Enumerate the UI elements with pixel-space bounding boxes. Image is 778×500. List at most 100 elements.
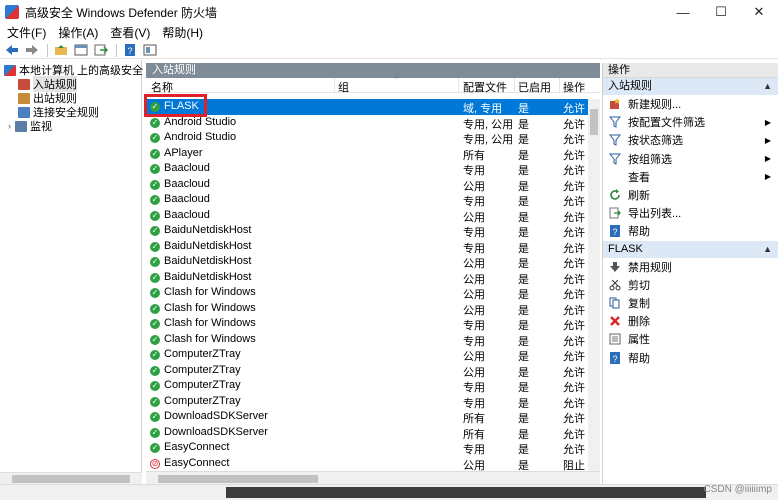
rule-row[interactable]: ✓ Baacloud 公用是允许 — [146, 177, 588, 193]
rules-horizontal-scrollbar[interactable] — [146, 471, 600, 484]
collapse-caret-icon[interactable]: ▲ — [763, 78, 772, 95]
action-item[interactable]: 剪切 — [603, 276, 778, 294]
action-item[interactable]: ? 帮助 — [603, 348, 778, 366]
action-item[interactable]: ? 帮助 — [603, 222, 778, 240]
cell-name: DownloadSDKServer — [164, 425, 268, 438]
action-item[interactable]: 按组筛选 ▶ — [603, 150, 778, 168]
rule-row[interactable]: ✓ Clash for Windows 专用是允许 — [146, 316, 588, 332]
column-header-enabled[interactable]: 已启用 — [518, 79, 551, 95]
column-header-group[interactable]: 组 — [338, 79, 349, 95]
cell-profile: 公用 — [463, 459, 485, 472]
cell-name: Baacloud — [164, 177, 210, 190]
action-item[interactable]: 导出列表... — [603, 204, 778, 222]
tree-item-connection-security-rules[interactable]: 连接安全规则 — [18, 105, 99, 119]
tree-item-monitoring[interactable]: › 监视 — [8, 119, 52, 133]
action-item[interactable]: 按配置文件筛选 ▶ — [603, 113, 778, 131]
action-item[interactable]: 复制 — [603, 294, 778, 312]
rules-vertical-scrollbar[interactable] — [588, 99, 600, 471]
rule-row[interactable]: ✓ ComputerZTray 专用是允许 — [146, 378, 588, 394]
action-item[interactable]: 禁用规则 — [603, 258, 778, 276]
rules-table-body: ✓ FLASK 域, 专用是允许 ✓ Android Studio 专用, 公用是允许 ✓ A… — [146, 99, 588, 471]
column-header-action[interactable]: 操作 — [563, 79, 585, 95]
show-hide-tree-icon[interactable] — [72, 43, 90, 58]
cell-name: ComputerZTray — [164, 394, 241, 407]
status-bar — [0, 484, 778, 500]
rule-row[interactable]: ✓ APlayer 所有是允许 — [146, 146, 588, 162]
allow-check-icon: ✓ — [150, 334, 160, 345]
rule-row[interactable]: ✓ FLASK 域, 专用是允许 — [146, 99, 588, 115]
back-icon[interactable] — [3, 43, 21, 58]
rule-row[interactable]: ✓ Clash for Windows 专用是允许 — [146, 332, 588, 348]
allow-check-icon: ✓ — [150, 133, 160, 143]
action-item[interactable]: 刷新 — [603, 186, 778, 204]
up-folder-icon[interactable] — [52, 43, 70, 58]
toolbar-separator — [116, 43, 117, 57]
rule-row[interactable]: ✓ Android Studio 专用, 公用是允许 — [146, 115, 588, 131]
action-item[interactable]: 查看 ▶ — [603, 168, 778, 186]
scrollbar-thumb[interactable] — [590, 109, 598, 135]
cell-name: Clash for Windows — [164, 332, 256, 345]
cell-name: ComputerZTray — [164, 363, 241, 376]
cell-name: Android Studio — [164, 131, 237, 143]
rule-row[interactable]: ✓ DownloadSDKServer 所有是允许 — [146, 409, 588, 425]
rule-row[interactable]: ✓ DownloadSDKServer 所有是允许 — [146, 425, 588, 441]
window-controls: — ☐ ✕ — [664, 0, 778, 24]
rule-row[interactable]: ✓ Clash for Windows 公用是允许 — [146, 285, 588, 301]
forward-icon[interactable] — [23, 43, 41, 58]
action-item[interactable]: 属性 — [603, 330, 778, 348]
expand-chevron-icon[interactable]: › — [8, 121, 11, 131]
block-icon: ⊘ — [150, 458, 160, 469]
rule-row[interactable]: ✓ BaiduNetdiskHost 专用是允许 — [146, 223, 588, 239]
action-item[interactable]: 新建规则... — [603, 95, 778, 113]
action-item[interactable]: 删除 — [603, 312, 778, 330]
collapse-caret-icon[interactable]: ▲ — [763, 241, 772, 258]
rule-row[interactable]: ✓ BaiduNetdiskHost 公用是允许 — [146, 270, 588, 286]
toolbar: ? — [0, 42, 778, 59]
scrollbar-thumb[interactable] — [158, 475, 318, 483]
column-header-profile[interactable]: 配置文件 — [463, 79, 507, 95]
menu-help[interactable]: 帮助(H) — [156, 24, 209, 42]
scrollbar-thumb[interactable] — [12, 475, 130, 483]
firewall-app-icon — [5, 5, 19, 19]
rule-row[interactable]: ✓ BaiduNetdiskHost 公用是允许 — [146, 254, 588, 270]
actions-section-inbound[interactable]: 入站规则 ▲ — [603, 78, 778, 95]
properties-icon[interactable] — [141, 43, 159, 58]
tree-item-inbound-rules[interactable]: 入站规则 — [18, 76, 77, 92]
rule-row[interactable]: ✓ ComputerZTray 专用是允许 — [146, 394, 588, 410]
cell-name: BaiduNetdiskHost — [164, 224, 252, 236]
cell-name: Clash for Windows — [164, 286, 256, 298]
minimize-button[interactable]: — — [664, 0, 702, 24]
close-button[interactable]: ✕ — [740, 0, 778, 24]
tree-item-outbound-rules[interactable]: 出站规则 — [18, 91, 77, 105]
menu-file[interactable]: 文件(F) — [0, 24, 52, 42]
action-label: 禁用规则 — [628, 261, 672, 274]
maximize-button[interactable]: ☐ — [702, 0, 740, 24]
rule-row[interactable]: ✓ Baacloud 专用是允许 — [146, 161, 588, 177]
actions-pane: 操作 入站规则 ▲ 新建规则... 按配置文件筛选 ▶ 按状态筛选 ▶ 按组筛选 ▶ 查看 ▶ 刷… — [602, 63, 778, 484]
rules-list-pane: 入站规则 名称 组 ^ 配置文件 已启用 操作 ✓ FLASK 域, 专用是允许 ✓ A… — [146, 63, 600, 484]
help-icon[interactable]: ? — [121, 43, 139, 58]
rule-row[interactable]: ✓ Baacloud 公用是允许 — [146, 208, 588, 224]
rule-row[interactable]: ✓ ComputerZTray 公用是允许 — [146, 363, 588, 379]
rule-row[interactable]: ✓ Android Studio 专用, 公用是允许 — [146, 130, 588, 146]
tree-horizontal-scrollbar[interactable] — [0, 472, 142, 484]
rule-row[interactable]: ✓ ComputerZTray 公用是允许 — [146, 347, 588, 363]
actions-section-selected-rule[interactable]: FLASK ▲ — [603, 240, 778, 258]
menu-view[interactable]: 查看(V) — [104, 24, 156, 42]
menu-action[interactable]: 操作(A) — [52, 24, 104, 42]
export-icon[interactable] — [92, 43, 110, 58]
new-rule-icon — [609, 98, 621, 110]
allow-check-icon: ✓ — [150, 241, 160, 252]
action-item[interactable]: 按状态筛选 ▶ — [603, 131, 778, 149]
rule-row[interactable]: ✓ Baacloud 专用是允许 — [146, 192, 588, 208]
allow-check-icon: ✓ — [150, 195, 160, 205]
allow-check-icon: ✓ — [150, 443, 160, 453]
rule-row[interactable]: ✓ Clash for Windows 公用是允许 — [146, 301, 588, 317]
rule-row[interactable]: ✓ BaiduNetdiskHost 专用是允许 — [146, 239, 588, 255]
action-label: 属性 — [628, 334, 650, 347]
firewall-icon — [4, 64, 16, 76]
filter-icon — [609, 134, 621, 147]
rule-row[interactable]: ⊘ EasyConnect 公用 是 阻止 — [146, 456, 588, 472]
rule-row[interactable]: ✓ EasyConnect 专用是允许 — [146, 440, 588, 456]
column-header-name[interactable]: 名称 — [151, 79, 173, 95]
